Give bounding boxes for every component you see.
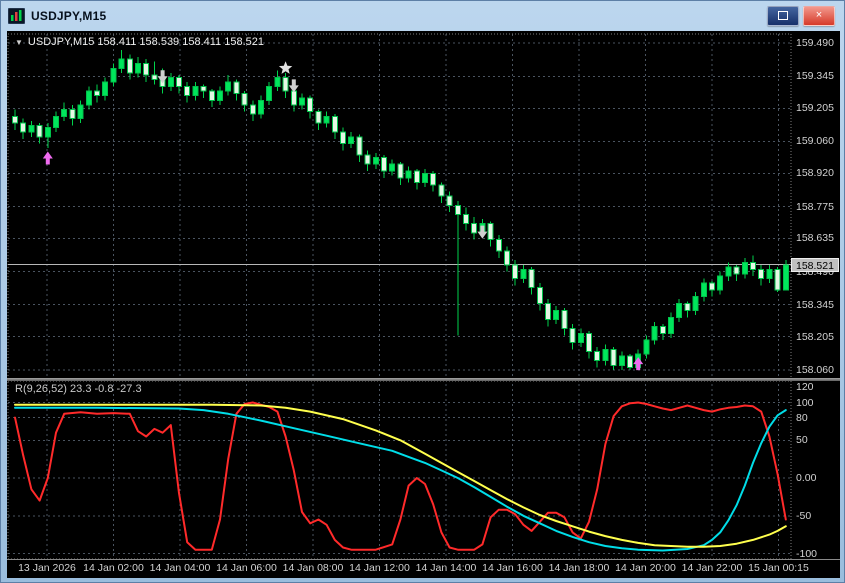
indicator-axis-label: 100 [796, 396, 814, 409]
price-axis-label: 158.920 [796, 167, 834, 180]
close-icon: × [815, 9, 823, 21]
price-axis-label: 159.060 [796, 135, 834, 148]
labels-overlay: 159.490 159.345 159.205 159.060 158.920 158.7… [7, 31, 840, 578]
indicator-axis-label: 120 [796, 381, 814, 394]
price-axis-label: 158.775 [796, 200, 834, 213]
chart-shift-marker-icon: ▼ [15, 37, 23, 47]
indicator-axis-label: 0.00 [796, 472, 817, 484]
indicator-axis-label: 50 [796, 434, 808, 447]
price-axis-label: 158.635 [796, 232, 834, 245]
indicator-axis-label: -100 [796, 547, 818, 560]
price-axis-label: 159.490 [796, 37, 834, 50]
restore-button[interactable] [767, 5, 799, 26]
window-controls: × [767, 5, 837, 26]
time-axis-separator [7, 559, 840, 560]
chart-client: 159.490 159.345 159.205 159.060 158.920 158.7… [7, 31, 840, 578]
chart-info: ▼ USDJPY,M15 158.411 158.539 158.411 158… [15, 36, 264, 48]
indicator-axis-label: 80 [796, 411, 808, 424]
title-bar[interactable]: USDJPY,M15 × [2, 1, 843, 30]
ohlc-info-label: USDJPY,M15 158.411 158.539 158.411 158.5… [27, 36, 264, 48]
app-icon [8, 7, 25, 24]
time-axis-label: 15 Jan 00:15 [748, 562, 809, 574]
pane-splitter[interactable] [7, 378, 840, 381]
price-axis-label: 158.060 [796, 363, 834, 376]
close-button[interactable]: × [803, 5, 835, 26]
bid-price-badge: 158.521 [791, 257, 839, 272]
price-axis-label: 158.205 [796, 330, 834, 343]
indicator-info-label: R(9,26,52) 23.3 -0.8 -27.3 [15, 383, 142, 395]
restore-icon [778, 11, 788, 20]
indicator-axis-label: -50 [796, 509, 812, 522]
price-axis-label: 159.205 [796, 102, 834, 115]
chart-window: USDJPY,M15 × 159.490 159.345 159.205 159.06… [0, 0, 845, 583]
window-title: USDJPY,M15 [31, 8, 107, 23]
price-axis-label: 158.345 [796, 298, 834, 311]
price-axis-label: 159.345 [796, 70, 834, 83]
